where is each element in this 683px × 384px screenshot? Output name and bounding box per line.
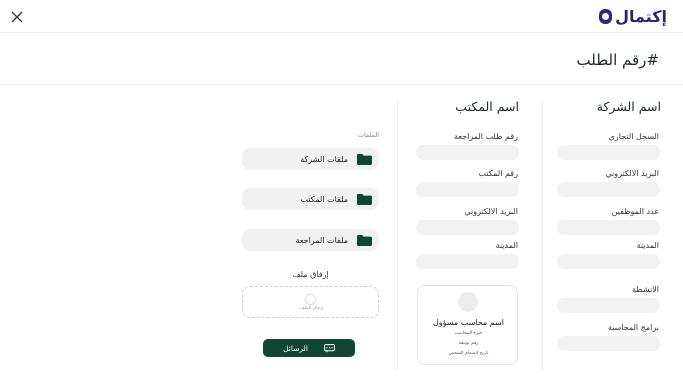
office-files-button[interactable]: ملفات المكتب — [242, 188, 379, 210]
logo-mark-icon — [599, 8, 613, 24]
accountant-name: اسم محاسب مسؤول — [432, 318, 504, 327]
messages-label: الرسائل — [283, 343, 308, 353]
office-field-label: رقم طلب المراجعة — [454, 132, 518, 141]
close-icon[interactable] — [9, 9, 25, 25]
folder-icon — [357, 234, 372, 246]
office-field-label: البريد الالكتروني — [464, 207, 518, 216]
office-email-field[interactable] — [416, 220, 519, 235]
company-field-label: الانشطة — [632, 285, 659, 294]
office-field-label: رقم المكتب — [478, 169, 518, 178]
file-dropzone[interactable]: إرفاق الملف — [242, 286, 379, 318]
review-files-button[interactable]: ملفات المراجعة — [242, 229, 379, 251]
accountant-card[interactable]: اسم محاسب مسؤول خبرة المحاسب رقم توثيقة … — [417, 285, 518, 365]
company-field-label: برامج المحاسبة — [607, 323, 659, 332]
office-city-field[interactable] — [416, 254, 519, 269]
folder-icon — [357, 153, 372, 165]
employee-count-field[interactable] — [557, 220, 660, 235]
column-divider — [397, 100, 398, 370]
upload-icon — [305, 294, 316, 305]
logo-text: إكتمال — [615, 6, 667, 26]
column-divider — [542, 100, 543, 370]
office-files-label: ملفات المكتب — [300, 194, 348, 204]
commercial-register-field[interactable] — [557, 145, 660, 160]
office-heading: اسم المكتب — [455, 99, 519, 114]
accountant-join-date: تاريخ انضمام الشخص — [448, 351, 489, 356]
logo: إكتمال — [599, 5, 667, 27]
attach-file-title: إرفاق ملف — [292, 270, 329, 279]
folder-icon — [357, 193, 372, 205]
accounting-software-field[interactable] — [557, 336, 660, 351]
company-field-label: البريد الالكتروني — [605, 169, 659, 178]
page-title: #رقم الطلب — [576, 51, 659, 69]
company-files-label: ملفات الشركة — [300, 154, 348, 164]
company-field-label: عدد الموظفين — [611, 207, 659, 216]
office-field-label: المدينة — [495, 241, 518, 250]
company-email-field[interactable] — [557, 182, 660, 197]
messages-button[interactable]: الرسائل — [263, 339, 355, 357]
office-number-field[interactable] — [416, 182, 519, 197]
review-request-number-field[interactable] — [416, 145, 519, 160]
company-heading: اسم الشركة — [596, 99, 661, 114]
company-field-label: السجل التجاري — [608, 132, 659, 141]
accountant-experience: خبرة المحاسب — [454, 331, 483, 336]
company-files-button[interactable]: ملفات الشركة — [242, 148, 379, 170]
dropzone-text: إرفاق الملف — [299, 306, 324, 311]
accountant-license: رقم توثيقة — [458, 341, 479, 346]
company-city-field[interactable] — [557, 254, 660, 269]
top-bar: إكتمال — [0, 0, 683, 33]
files-title: الملفات — [357, 131, 379, 139]
avatar — [458, 292, 478, 312]
chat-icon — [324, 343, 335, 353]
page-title-row: #رقم الطلب — [0, 33, 683, 85]
activities-field[interactable] — [557, 298, 660, 313]
company-field-label: المدينة — [636, 241, 659, 250]
review-files-label: ملفات المراجعة — [295, 235, 348, 245]
